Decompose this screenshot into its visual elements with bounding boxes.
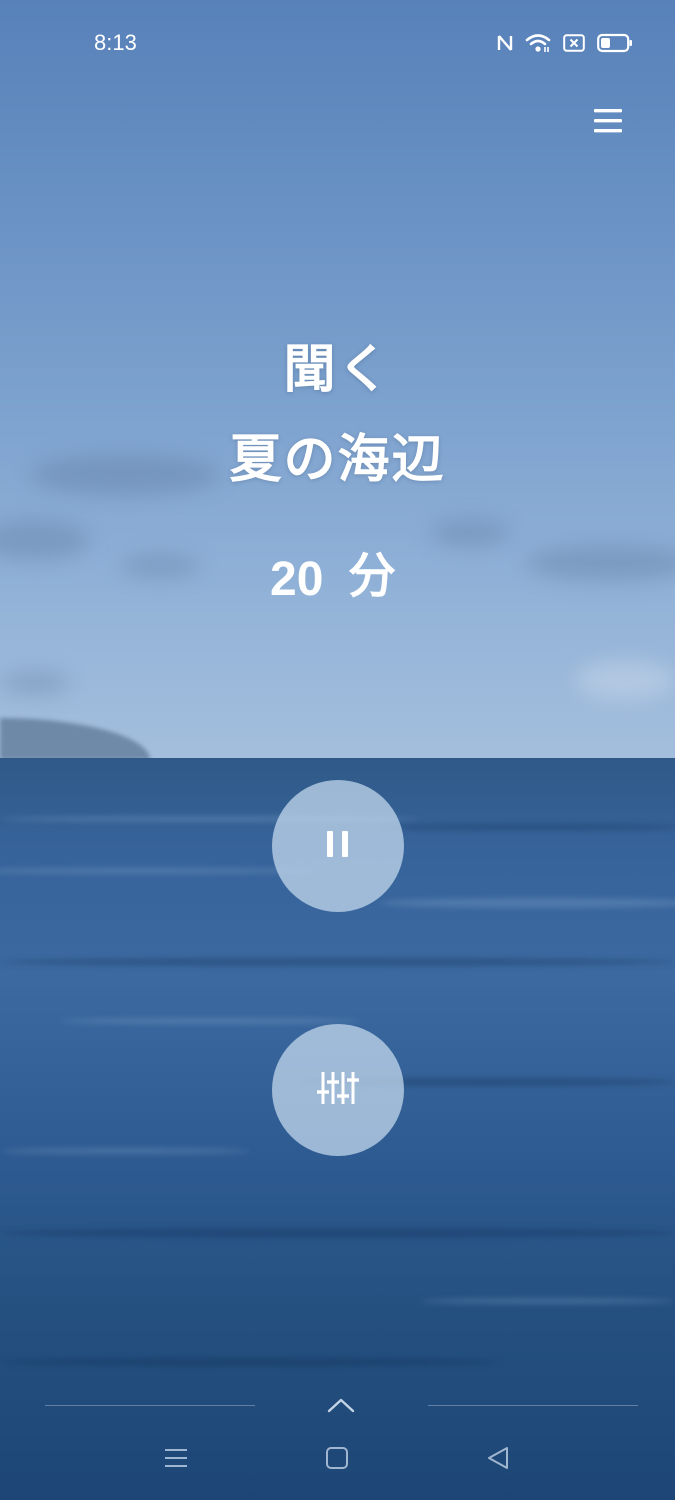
status-bar: 8:13 [0,0,675,86]
divider [428,1405,638,1406]
hamburger-menu-icon[interactable] [590,104,626,138]
home-button[interactable] [313,1436,361,1484]
back-button[interactable] [474,1436,522,1484]
equalizer-sliders-icon [316,1068,360,1112]
action-label: 聞く [283,340,392,400]
wave [0,1148,250,1154]
system-navigation-bar [0,1436,675,1484]
wave [0,1358,500,1366]
wifi-icon [525,33,551,53]
wave [380,824,675,830]
sound-mixer-button[interactable] [272,1024,404,1156]
cloud [575,660,675,700]
back-icon [485,1446,511,1474]
wave [0,1228,675,1238]
duration-display[interactable]: 20 分 [0,530,675,598]
status-icons [497,30,633,56]
cloud [0,672,70,694]
wave [420,1298,675,1304]
wave [60,1018,360,1024]
wave [0,868,320,874]
sound-info: 聞く 夏の海辺 [0,330,675,496]
duration-unit: 分 [348,548,397,598]
divider [45,1405,255,1406]
nfc-icon [497,33,513,53]
app-screen: 8:13 聞く 夏の海辺 20 分 [0,0,675,1500]
wave [0,958,675,966]
distant-land [0,718,150,760]
swipe-up-bar[interactable] [0,1392,675,1422]
home-icon [325,1446,349,1474]
duration-value: 20 [270,553,324,598]
pause-icon [323,828,353,864]
battery-icon [597,33,633,53]
pause-button[interactable] [272,780,404,912]
wave [380,898,675,908]
status-time: 8:13 [94,30,137,55]
recents-button[interactable] [152,1436,200,1484]
sound-title: 夏の海辺 [229,430,446,490]
recents-icon [163,1446,189,1474]
chevron-up-icon[interactable] [326,1396,356,1418]
sim-off-icon [563,34,585,52]
